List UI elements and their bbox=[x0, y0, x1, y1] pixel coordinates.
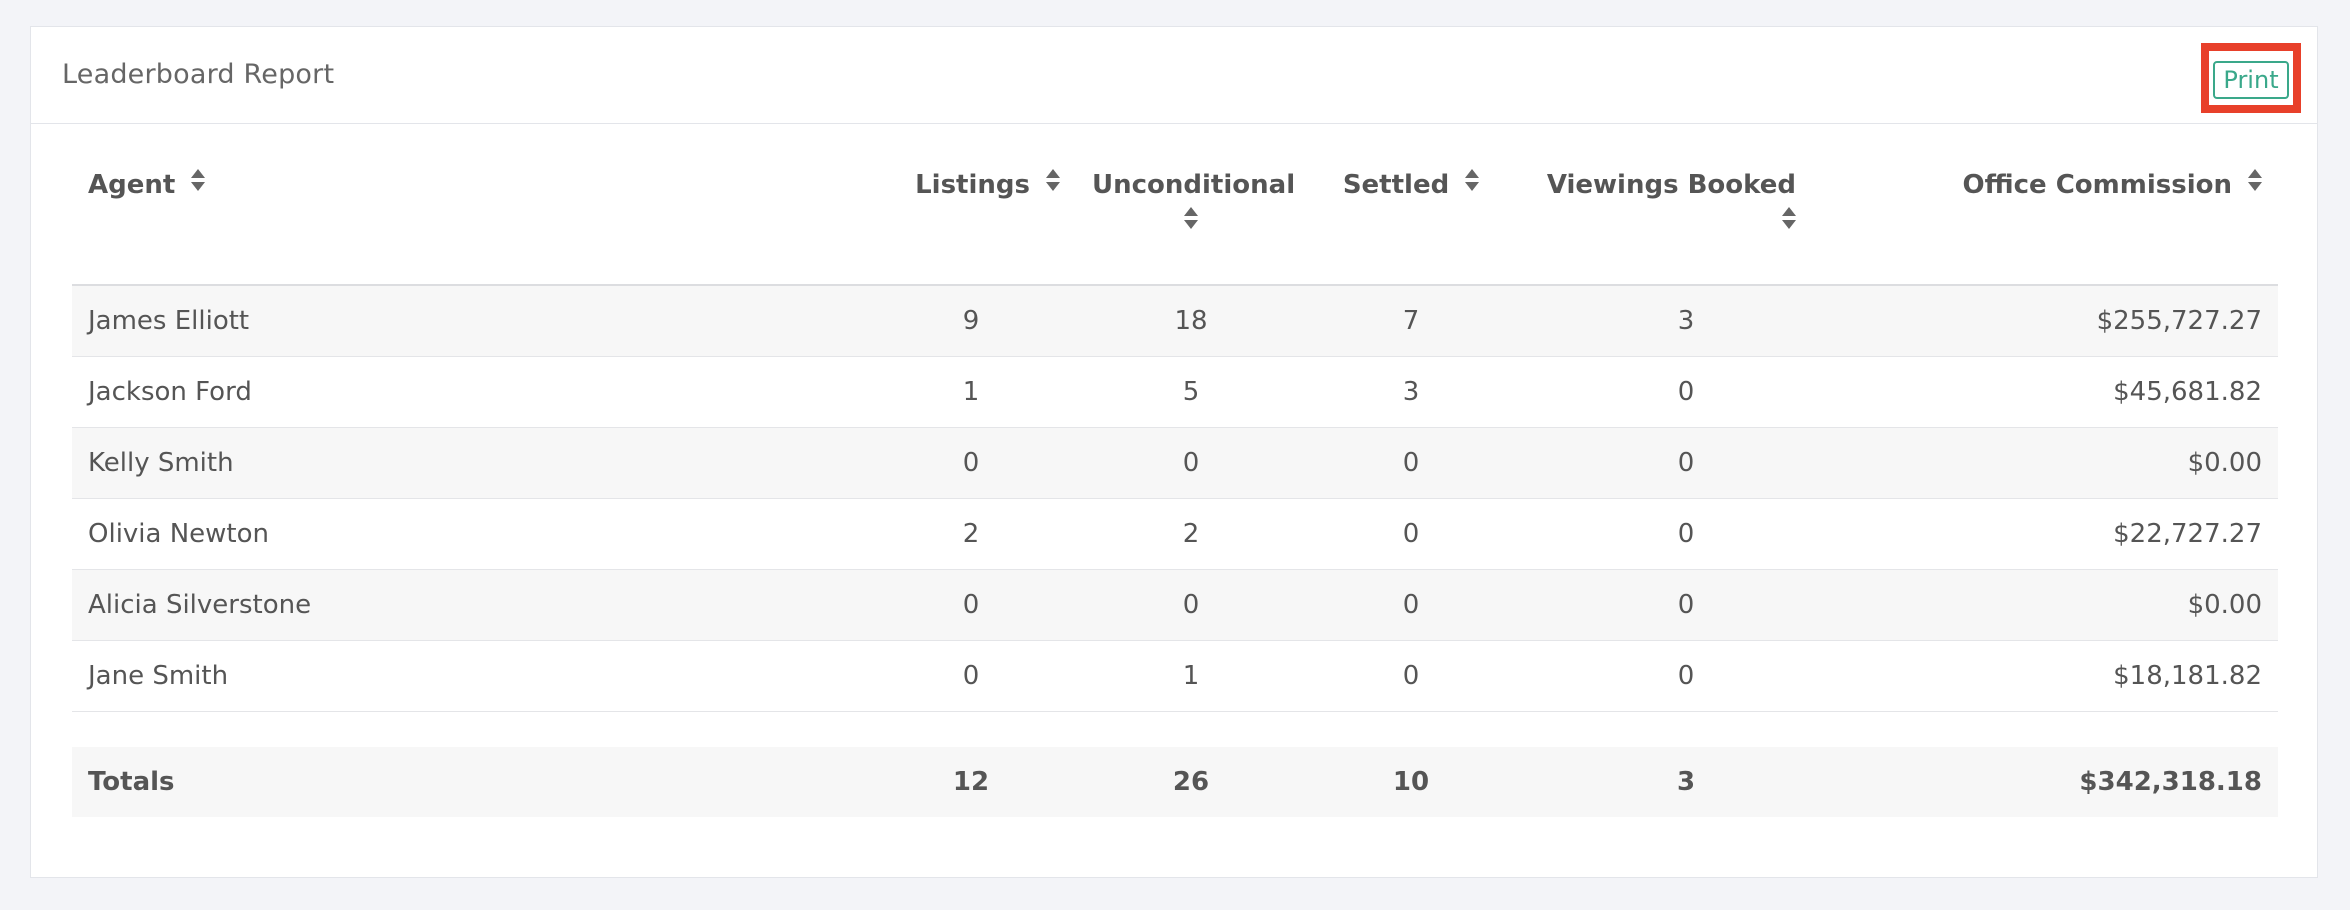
column-header-office-commission[interactable]: Office Commission bbox=[1856, 167, 2278, 286]
cell-unconditional: 5 bbox=[1076, 356, 1306, 428]
cell-office-commission: $18,181.82 bbox=[1856, 640, 2278, 712]
sort-icon[interactable] bbox=[1782, 206, 1796, 229]
cell-unconditional: 2 bbox=[1076, 498, 1306, 570]
cell-viewings-booked: 0 bbox=[1516, 356, 1856, 428]
cell-viewings-booked: 0 bbox=[1516, 640, 1856, 712]
sort-icon[interactable] bbox=[2248, 169, 2262, 191]
column-header-agent[interactable]: Agent bbox=[72, 167, 866, 286]
totals-listings: 12 bbox=[866, 747, 1076, 817]
cell-settled: 0 bbox=[1306, 498, 1516, 570]
cell-viewings-booked: 0 bbox=[1516, 498, 1856, 570]
column-header-label: Settled bbox=[1342, 170, 1450, 200]
totals-label: Totals bbox=[72, 747, 866, 817]
column-header-label: Listings bbox=[915, 170, 1030, 200]
cell-listings: 2 bbox=[866, 498, 1076, 570]
table-header-row: Agent Listings Unconditional Settled Vie… bbox=[72, 167, 2278, 286]
column-header-label: Office Commission bbox=[1962, 170, 2232, 200]
cell-settled: 3 bbox=[1306, 356, 1516, 428]
totals-office-commission: $342,318.18 bbox=[1856, 747, 2278, 817]
cell-agent: Jackson Ford bbox=[72, 356, 866, 428]
cell-agent: Olivia Newton bbox=[72, 498, 866, 570]
leaderboard-panel: Leaderboard Report Print Agent Listings … bbox=[30, 26, 2318, 878]
cell-office-commission: $22,727.27 bbox=[1856, 498, 2278, 570]
cell-settled: 0 bbox=[1306, 427, 1516, 499]
totals-divider bbox=[72, 711, 2278, 747]
print-button[interactable]: Print bbox=[2213, 61, 2289, 99]
sort-icon[interactable] bbox=[191, 169, 206, 191]
table-row: Kelly Smith 0 0 0 0 $0.00 bbox=[72, 427, 2278, 499]
cell-listings: 0 bbox=[866, 640, 1076, 712]
table-row: Alicia Silverstone 0 0 0 0 $0.00 bbox=[72, 569, 2278, 641]
cell-unconditional: 1 bbox=[1076, 640, 1306, 712]
cell-agent: Kelly Smith bbox=[72, 427, 866, 499]
table-row: Olivia Newton 2 2 0 0 $22,727.27 bbox=[72, 498, 2278, 570]
column-header-viewings-booked[interactable]: Viewings Booked bbox=[1516, 167, 1856, 286]
column-header-label: Agent bbox=[88, 170, 176, 200]
cell-listings: 9 bbox=[866, 285, 1076, 357]
totals-viewings-booked: 3 bbox=[1516, 747, 1856, 817]
page-title: Leaderboard Report bbox=[62, 59, 335, 90]
column-header-listings[interactable]: Listings bbox=[866, 167, 1076, 286]
sort-icon[interactable] bbox=[1465, 169, 1480, 191]
cell-settled: 0 bbox=[1306, 569, 1516, 641]
cell-office-commission: $0.00 bbox=[1856, 569, 2278, 641]
cell-listings: 1 bbox=[866, 356, 1076, 428]
print-highlight-box: Print bbox=[2201, 43, 2301, 113]
table-row: Jane Smith 0 1 0 0 $18,181.82 bbox=[72, 640, 2278, 712]
totals-row: Totals 12 26 10 3 $342,318.18 bbox=[72, 747, 2278, 817]
cell-office-commission: $45,681.82 bbox=[1856, 356, 2278, 428]
totals-unconditional: 26 bbox=[1076, 747, 1306, 817]
cell-listings: 0 bbox=[866, 427, 1076, 499]
cell-unconditional: 0 bbox=[1076, 569, 1306, 641]
cell-unconditional: 0 bbox=[1076, 427, 1306, 499]
column-header-settled[interactable]: Settled bbox=[1306, 167, 1516, 286]
sort-icon[interactable] bbox=[1046, 169, 1060, 191]
panel-header: Leaderboard Report Print bbox=[31, 27, 2317, 124]
cell-unconditional: 18 bbox=[1076, 285, 1306, 357]
cell-office-commission: $0.00 bbox=[1856, 427, 2278, 499]
leaderboard-table-wrap: Agent Listings Unconditional Settled Vie… bbox=[72, 167, 2278, 817]
cell-office-commission: $255,727.27 bbox=[1856, 285, 2278, 357]
totals-settled: 10 bbox=[1306, 747, 1516, 817]
column-header-label: Viewings Booked bbox=[1546, 170, 1796, 200]
cell-listings: 0 bbox=[866, 569, 1076, 641]
column-header-label: Unconditional bbox=[1092, 170, 1296, 200]
table-row: Jackson Ford 1 5 3 0 $45,681.82 bbox=[72, 356, 2278, 428]
leaderboard-table: Agent Listings Unconditional Settled Vie… bbox=[72, 167, 2278, 817]
column-header-unconditional[interactable]: Unconditional bbox=[1076, 167, 1306, 286]
cell-viewings-booked: 0 bbox=[1516, 427, 1856, 499]
sort-icon[interactable] bbox=[1184, 206, 1198, 229]
cell-agent: Jane Smith bbox=[72, 640, 866, 712]
cell-viewings-booked: 3 bbox=[1516, 285, 1856, 357]
table-row: James Elliott 9 18 7 3 $255,727.27 bbox=[72, 285, 2278, 357]
cell-viewings-booked: 0 bbox=[1516, 569, 1856, 641]
cell-settled: 7 bbox=[1306, 285, 1516, 357]
cell-agent: Alicia Silverstone bbox=[72, 569, 866, 641]
cell-settled: 0 bbox=[1306, 640, 1516, 712]
cell-agent: James Elliott bbox=[72, 285, 866, 357]
